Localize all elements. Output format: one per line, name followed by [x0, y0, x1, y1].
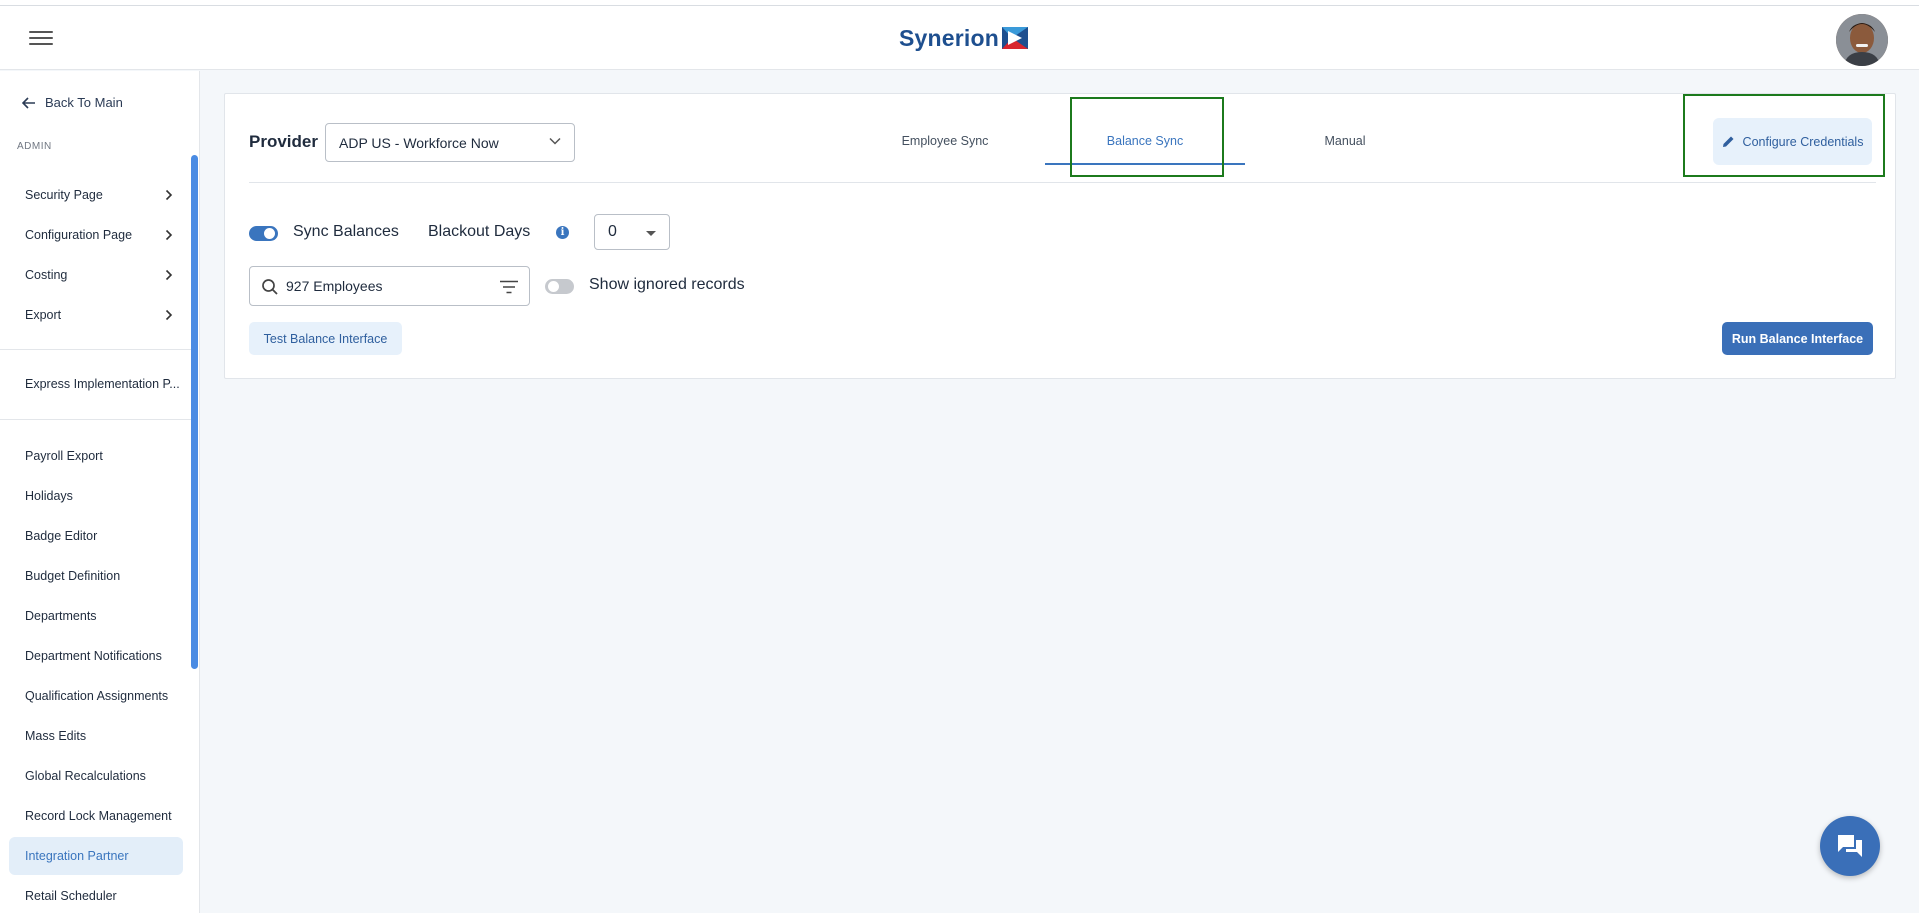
chat-button[interactable] — [1820, 816, 1880, 876]
sidebar-item-department-notifications[interactable]: Department Notifications — [9, 637, 183, 675]
sidebar-item-label: Payroll Export — [25, 449, 103, 463]
sidebar-divider — [0, 349, 191, 350]
tab-balance-sync[interactable]: Balance Sync — [1045, 134, 1245, 148]
show-ignored-label: Show ignored records — [589, 276, 745, 293]
provider-label: Provider — [249, 132, 318, 151]
sidebar-item-payroll-export[interactable]: Payroll Export — [9, 437, 183, 475]
run-balance-interface-button[interactable]: Run Balance Interface — [1722, 322, 1873, 355]
chevron-right-icon — [165, 269, 173, 281]
section-label: ADMIN — [17, 141, 52, 152]
info-icon[interactable]: i — [556, 226, 569, 239]
sidebar-item-label: Departments — [25, 609, 97, 623]
sidebar-item-global-recalculations[interactable]: Global Recalculations — [9, 757, 183, 795]
configure-credentials-label: Configure Credentials — [1742, 134, 1864, 149]
tabs-divider — [249, 182, 1876, 183]
sidebar-item-label: Security Page — [25, 188, 103, 202]
sidebar-item-badge-editor[interactable]: Badge Editor — [9, 517, 183, 555]
pencil-icon — [1722, 136, 1734, 147]
show-ignored-toggle[interactable] — [545, 279, 574, 294]
search-icon — [262, 279, 278, 295]
active-tab-indicator — [1045, 163, 1245, 165]
arrow-left-icon — [22, 96, 35, 109]
sidebar-item-express-implementation[interactable]: Express Implementation P... — [9, 365, 183, 403]
sidebar-item-label: Record Lock Management — [25, 809, 172, 823]
sidebar-item-label: Holidays — [25, 489, 73, 503]
sync-balances-label: Sync Balances — [293, 223, 399, 240]
chevron-right-icon — [165, 229, 173, 241]
sidebar-item-label: Global Recalculations — [25, 769, 146, 783]
sidebar-item-export[interactable]: Export — [9, 296, 183, 334]
caret-down-icon — [646, 231, 656, 236]
sidebar-item-label: Configuration Page — [25, 228, 133, 242]
sidebar-item-integration-partner[interactable]: Integration Partner — [9, 837, 183, 875]
app-header: Synerion — [0, 6, 1919, 70]
chevron-right-icon — [165, 189, 173, 201]
back-to-main-link[interactable]: Back To Main — [22, 95, 123, 110]
sidebar-item-holidays[interactable]: Holidays — [9, 477, 183, 515]
sidebar-item-label: Qualification Assignments — [25, 689, 169, 703]
tab-manual[interactable]: Manual — [1245, 134, 1445, 148]
chevron-down-icon — [549, 137, 561, 145]
sidebar-item-qualification-assignments[interactable]: Qualification Assignments — [9, 677, 183, 715]
sidebar-item-security-page[interactable]: Security Page — [9, 176, 183, 214]
avatar[interactable] — [1836, 14, 1888, 66]
sidebar-item-label: Export — [25, 308, 62, 322]
brand-name: Synerion — [899, 24, 1000, 51]
sidebar-item-label: Department Notifications — [25, 649, 162, 663]
sidebar-item-costing[interactable]: Costing — [9, 256, 183, 294]
blackout-days-label: Blackout Days — [428, 223, 531, 240]
sidebar-item-mass-edits[interactable]: Mass Edits — [9, 717, 183, 755]
sidebar-item-label: Express Implementation P... — [25, 377, 180, 391]
sidebar-item-label: Integration Partner — [25, 849, 129, 863]
sidebar-item-label: Budget Definition — [25, 569, 121, 583]
back-label: Back To Main — [45, 95, 123, 110]
sidebar-item-budget-definition[interactable]: Budget Definition — [9, 557, 183, 595]
chat-icon — [1838, 835, 1862, 857]
sidebar-divider — [0, 419, 191, 420]
employee-search-input[interactable]: 927 Employees — [249, 266, 530, 306]
blackout-days-value: 0 — [608, 223, 617, 240]
filter-icon[interactable] — [499, 280, 519, 294]
test-balance-interface-button[interactable]: Test Balance Interface — [249, 322, 402, 355]
brand-mark-icon — [1002, 27, 1029, 49]
sidebar-item-label: Mass Edits — [25, 729, 87, 743]
sidebar-item-label: Badge Editor — [25, 529, 98, 543]
blackout-days-select[interactable]: 0 — [594, 214, 670, 250]
sync-balances-toggle[interactable] — [249, 226, 278, 241]
sidebar-item-record-lock-management[interactable]: Record Lock Management — [9, 797, 183, 835]
provider-value: ADP US - Workforce Now — [339, 134, 499, 151]
integration-card: Provider ADP US - Workforce Now Employee… — [224, 93, 1896, 379]
sidebar-item-retail-scheduler[interactable]: Retail Scheduler — [9, 877, 183, 913]
sidebar-item-label: Costing — [25, 268, 68, 282]
hamburger-icon[interactable] — [29, 28, 53, 48]
employee-search-value: 927 Employees — [286, 278, 383, 294]
sidebar: Back To Main ADMIN Security Page Configu… — [0, 71, 200, 913]
provider-select[interactable]: ADP US - Workforce Now — [325, 123, 575, 162]
tab-employee-sync[interactable]: Employee Sync — [845, 134, 1045, 148]
sidebar-item-configuration-page[interactable]: Configuration Page — [9, 216, 183, 254]
sidebar-item-label: Retail Scheduler — [25, 889, 117, 903]
brand-logo: Synerion — [899, 22, 1029, 54]
sidebar-item-departments[interactable]: Departments — [9, 597, 183, 635]
configure-credentials-button[interactable]: Configure Credentials — [1713, 118, 1872, 165]
chevron-right-icon — [165, 309, 173, 321]
sidebar-scrollbar[interactable] — [191, 155, 198, 669]
